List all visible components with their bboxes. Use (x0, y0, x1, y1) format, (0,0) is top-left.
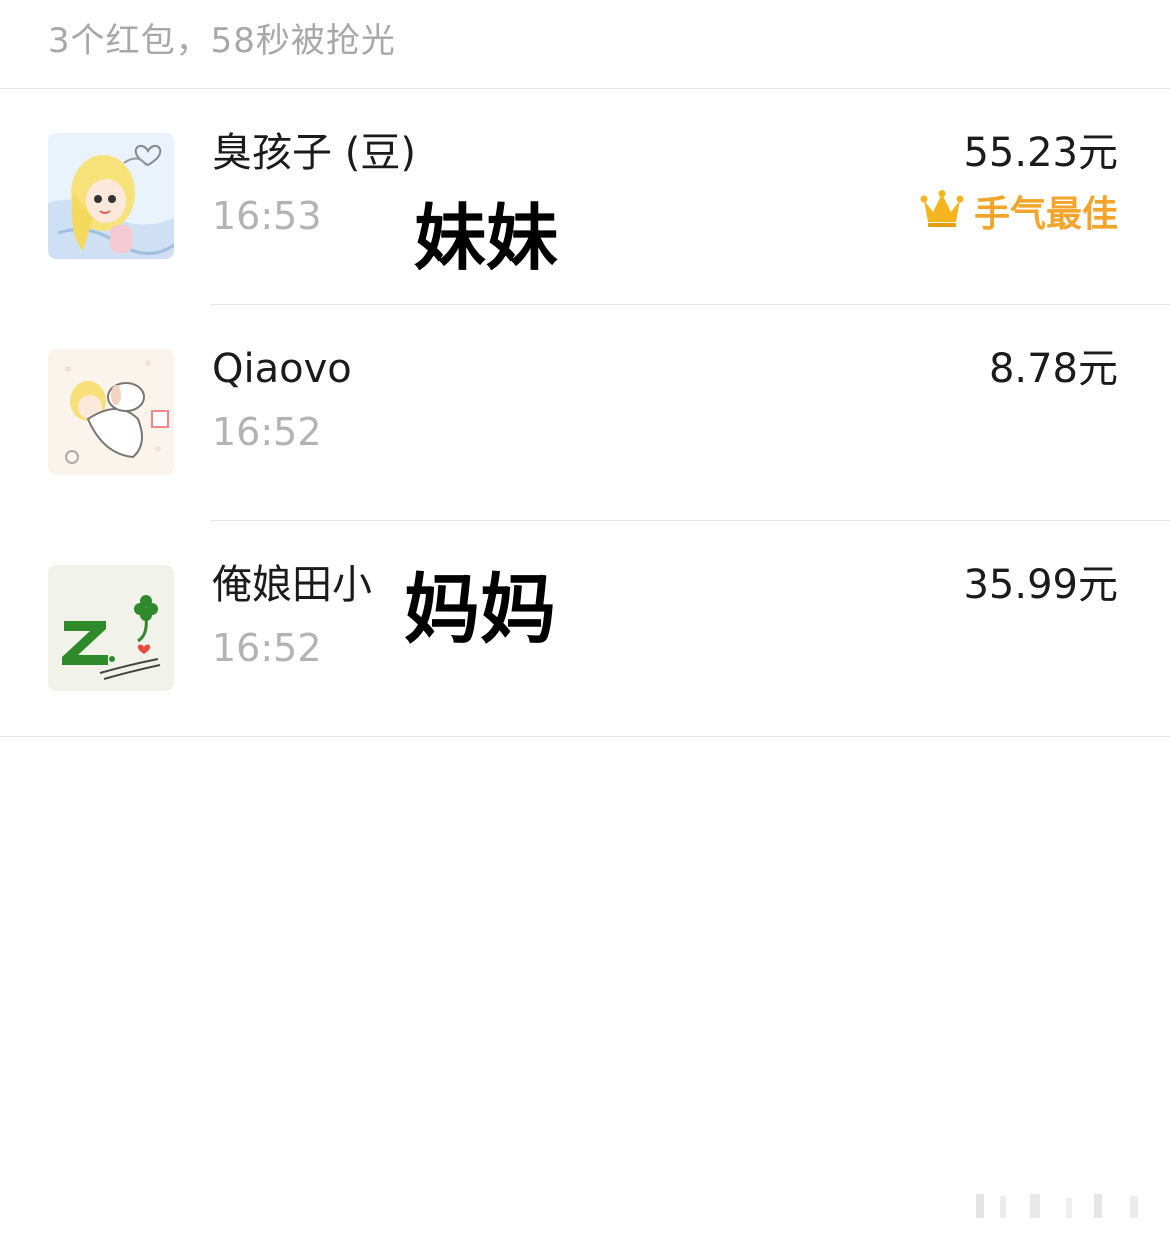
list-item[interactable]: 俺娘田小 妈妈 16:52 35.99元 (0, 520, 1170, 736)
record-time: 16:52 (212, 626, 322, 670)
name-suffix: ) (400, 130, 416, 176)
record-name: 臭孩子 (豆) (212, 128, 416, 178)
avatar-anime-girl-icon[interactable] (48, 133, 174, 259)
overlay-label-mother: 妈妈 (398, 568, 570, 654)
record-amount: 35.99元 (963, 562, 1118, 608)
list-item[interactable]: Qiaovo 16:52 8.78元 (0, 304, 1170, 520)
record-time: 16:53 (212, 194, 322, 238)
name-text: 臭孩子 (豆 (212, 130, 401, 176)
avatar-sleeping-child-icon[interactable] (48, 349, 174, 475)
avatar-z-clover-icon[interactable] (48, 565, 174, 691)
best-luck-badge: 手气最佳 (920, 190, 1118, 240)
record-name: Qiaovo (212, 346, 352, 392)
crown-icon (920, 190, 964, 240)
best-luck-label: 手气最佳 (973, 194, 1118, 235)
watermark-strip (970, 1188, 1160, 1224)
red-packet-summary: 3个红包，58秒被抢光 (48, 21, 396, 61)
record-amount: 8.78元 (988, 346, 1118, 392)
record-name: 俺娘田小 (212, 562, 372, 608)
record-amount: 55.23元 (963, 130, 1118, 176)
record-time: 16:52 (212, 410, 322, 454)
overlay-label-sister: 妹妹 (412, 198, 569, 278)
list-item[interactable]: 臭孩子 (豆) 妹妹 16:53 55.23元 手气最佳 (0, 88, 1170, 304)
list-bottom-divider (0, 736, 1170, 737)
